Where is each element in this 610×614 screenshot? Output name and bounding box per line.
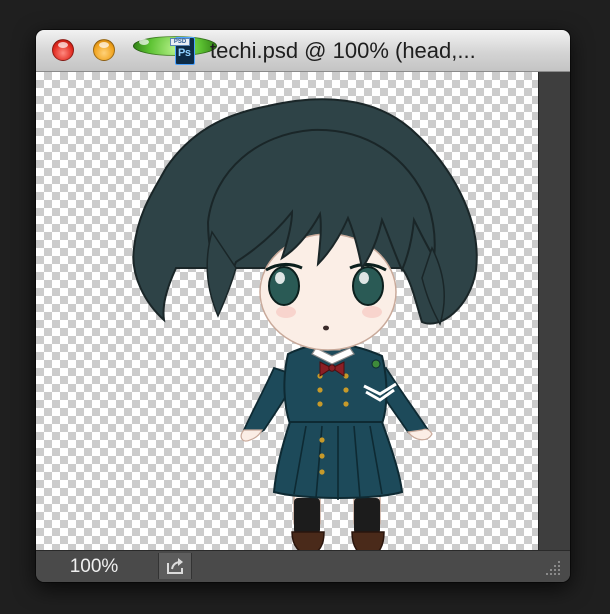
right-eye <box>352 266 384 306</box>
share-export-button[interactable] <box>158 553 192 579</box>
zoom-level-field[interactable]: 100% <box>52 557 136 577</box>
shoulder-badge <box>371 359 381 369</box>
minimize-icon[interactable] <box>93 39 115 61</box>
left-eye <box>268 266 300 306</box>
photoshop-psd-file-icon[interactable]: PSD Ps <box>170 37 198 67</box>
document-canvas[interactable] <box>36 72 538 550</box>
status-bar: 100% <box>36 550 570 582</box>
title-bar[interactable]: PSD Ps techi.psd @ 100% (head,... <box>36 30 570 72</box>
left-sock <box>294 498 320 534</box>
character-illustration <box>132 98 478 550</box>
right-sock <box>354 498 380 534</box>
file-icon-tag: PSD <box>170 38 190 46</box>
vertical-scrollbar[interactable] <box>538 72 570 550</box>
left-hand <box>240 429 263 442</box>
close-icon[interactable] <box>52 39 74 61</box>
right-cheek <box>362 306 382 318</box>
left-cheek <box>276 306 296 318</box>
resize-grip-icon[interactable] <box>542 557 564 577</box>
file-icon-label: Ps <box>178 47 191 59</box>
right-shoe <box>351 531 385 550</box>
document-window: PSD Ps techi.psd @ 100% (head,... 100% <box>36 30 570 582</box>
window-title: techi.psd @ 100% (head,... <box>210 38 476 63</box>
mouth <box>323 325 329 331</box>
share-export-icon <box>167 558 183 574</box>
left-shoe <box>291 531 325 550</box>
